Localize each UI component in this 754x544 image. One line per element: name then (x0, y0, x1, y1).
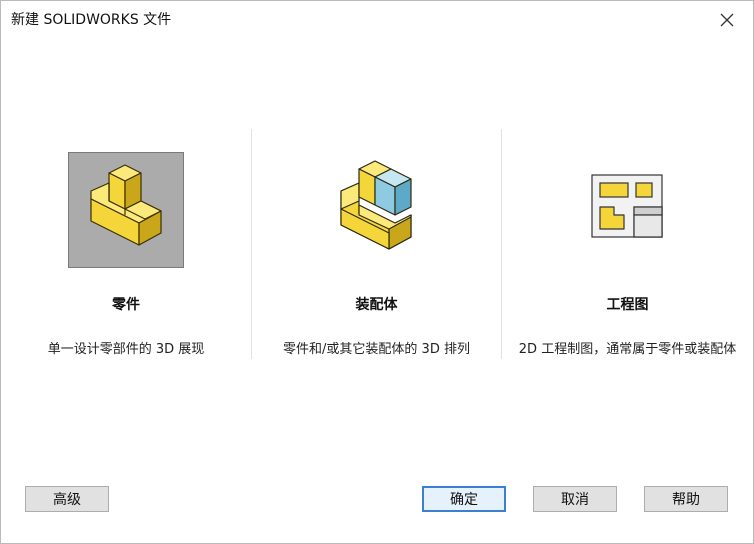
cancel-button[interactable]: 取消 (533, 486, 617, 512)
part-icon (90, 164, 162, 246)
option-drawing[interactable]: 工程图 2D 工程制图，通常属于零件或装配体 (502, 129, 753, 361)
drawing-icon-tile[interactable] (570, 153, 684, 267)
drawing-icon (591, 174, 663, 238)
option-part-label: 零件 (112, 297, 140, 313)
advanced-button[interactable]: 高级 (25, 486, 109, 512)
close-icon (720, 13, 734, 27)
part-icon-tile[interactable] (68, 152, 184, 268)
document-type-options: 零件 单一设计零部件的 3D 展现 装配体 零件和/或其它装配体的 3D 排列 … (1, 129, 753, 361)
close-button[interactable] (707, 5, 747, 35)
assembly-icon-tile[interactable] (319, 153, 433, 267)
option-part[interactable]: 零件 单一设计零部件的 3D 展现 (1, 129, 251, 361)
option-assembly-label: 装配体 (355, 297, 398, 313)
option-drawing-label: 工程图 (606, 297, 649, 313)
title-bar: 新建 SOLIDWORKS 文件 (1, 1, 753, 39)
option-part-description: 单一设计零部件的 3D 展现 (47, 342, 205, 357)
dialog-title: 新建 SOLIDWORKS 文件 (11, 12, 172, 28)
ok-button[interactable]: 确定 (422, 486, 506, 512)
new-document-dialog: 新建 SOLIDWORKS 文件 零件 单一设计零部件的 3D 展现 装配体 零… (0, 0, 754, 544)
help-button[interactable]: 帮助 (644, 486, 728, 512)
option-assembly[interactable]: 装配体 零件和/或其它装配体的 3D 排列 (252, 129, 501, 361)
option-drawing-description: 2D 工程制图，通常属于零件或装配体 (518, 342, 737, 357)
assembly-icon (340, 160, 412, 250)
option-assembly-description: 零件和/或其它装配体的 3D 排列 (283, 342, 470, 357)
